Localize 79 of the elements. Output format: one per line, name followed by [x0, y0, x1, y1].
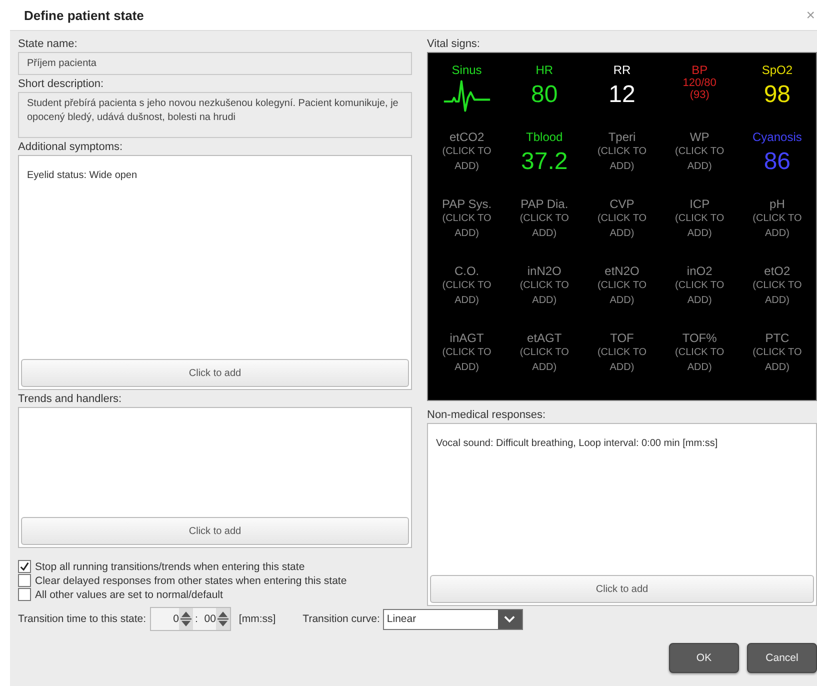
field-label: Transition time to this state:	[18, 613, 146, 625]
field-label: Transition curve:	[302, 613, 380, 625]
add-vital-link[interactable]: (CLICK TO ADD)	[664, 144, 736, 174]
checkbox[interactable]	[18, 574, 31, 587]
checkbox-label: Clear delayed responses from other states when entering this state	[35, 574, 347, 586]
vital-label[interactable]: RR	[613, 63, 631, 77]
dialog-button[interactable]: OK	[669, 643, 739, 673]
add-vital-link[interactable]: (CLICK TO ADD)	[430, 211, 503, 241]
vital-mean: (93)	[690, 89, 710, 101]
vital-label[interactable]: ICP	[690, 197, 710, 211]
vital-label[interactable]: Cyanosis	[752, 130, 802, 144]
caret-icon	[504, 615, 516, 623]
vital-label[interactable]: CVP	[610, 197, 634, 211]
dialog-button[interactable]: Cancel	[747, 643, 817, 673]
checkbox-label: Stop all running transitions/trends when entering this state	[35, 560, 305, 572]
vital-label[interactable]: Tblood	[526, 130, 563, 144]
vital-label[interactable]: inO2	[686, 264, 712, 278]
vital-label[interactable]: etAGT	[527, 331, 562, 345]
add-vital-link[interactable]: (CLICK TO ADD)	[508, 211, 580, 241]
ecg-waveform-icon	[442, 79, 491, 113]
checkbox-label: All other values are set to normal/default	[35, 588, 223, 600]
vital-label[interactable]: etCO2	[449, 130, 484, 144]
vital-label[interactable]: PTC	[765, 331, 790, 345]
section-label: Additional symptoms:	[18, 141, 124, 153]
add-vital-link[interactable]: (CLICK TO ADD)	[664, 211, 736, 241]
vital-label[interactable]: SpO2	[762, 63, 793, 77]
vital-label[interactable]: WP	[690, 130, 710, 144]
section-label: Non-medical responses:	[427, 409, 547, 421]
vital-label[interactable]: C.O.	[454, 264, 480, 278]
vital-label[interactable]: TOF%	[682, 331, 717, 345]
add-button[interactable]: Click to add	[430, 575, 814, 603]
vital-value: 80	[531, 81, 558, 109]
vital-label[interactable]: inN2O	[527, 264, 562, 278]
vital-label[interactable]: HR	[536, 63, 554, 77]
add-vital-link[interactable]: (CLICK TO ADD)	[586, 144, 658, 174]
vital-label[interactable]: BP	[692, 63, 708, 77]
window-title: Define patient state	[24, 8, 144, 22]
add-vital-link[interactable]: (CLICK TO ADD)	[741, 211, 814, 241]
vital-label[interactable]: TOF	[610, 331, 634, 345]
section-label: Trends and handlers:	[18, 393, 123, 405]
description-field[interactable]: Student přebírá pacienta s jeho novou nezkušenou kolegyní. Pacient komunikuje, je opocený bledý, udává dušnost, bolesti na hrudi	[18, 92, 412, 138]
add-vital-link[interactable]: (CLICK TO ADD)	[664, 278, 736, 308]
list-item[interactable]: Vocal sound: Difficult breathing, Loop interval: 0:00 min [mm:ss]	[436, 438, 808, 449]
add-button[interactable]: Click to add	[21, 517, 409, 545]
vital-value: 98	[764, 81, 791, 109]
add-vital-link[interactable]: (CLICK TO ADD)	[664, 345, 736, 375]
add-button[interactable]: Click to add	[21, 359, 409, 387]
list-item[interactable]: Eyelid status: Wide open	[27, 170, 403, 181]
add-vital-link[interactable]: (CLICK TO ADD)	[586, 278, 658, 308]
vital-value: 120/80	[682, 77, 716, 89]
checkbox[interactable]	[18, 560, 31, 573]
vital-label[interactable]: PAP Sys.	[442, 197, 492, 211]
vital-value: 86	[764, 148, 791, 176]
field-label: State name:	[18, 38, 78, 50]
field-label: Short description:	[18, 78, 105, 90]
add-vital-link[interactable]: (CLICK TO ADD)	[430, 144, 503, 174]
vital-value: 37.2	[521, 148, 568, 176]
vital-label[interactable]: pH	[770, 197, 785, 211]
vital-label[interactable]: Sinus	[452, 63, 482, 77]
add-vital-link[interactable]: (CLICK TO ADD)	[430, 345, 503, 375]
vital-value: 12	[608, 81, 636, 109]
curve-dropdown[interactable]: Linear	[382, 608, 523, 630]
add-vital-link[interactable]: (CLICK TO ADD)	[586, 345, 658, 375]
add-vital-link[interactable]: (CLICK TO ADD)	[508, 278, 580, 308]
vital-label[interactable]: inAGT	[450, 331, 484, 345]
time-spinner[interactable]: 0 : 00	[150, 607, 231, 631]
vital-label[interactable]: etN2O	[604, 264, 640, 278]
checkbox[interactable]	[18, 588, 31, 601]
vital-label[interactable]: etO2	[764, 264, 790, 278]
unit-label: [mm:ss]	[238, 613, 276, 625]
vital-label[interactable]: PAP Dia.	[520, 197, 568, 211]
add-vital-link[interactable]: (CLICK TO ADD)	[430, 278, 503, 308]
add-vital-link[interactable]: (CLICK TO ADD)	[741, 345, 814, 375]
vital-label[interactable]: Tperi	[608, 130, 636, 144]
section-label: Vital signs:	[427, 38, 481, 50]
add-vital-link[interactable]: (CLICK TO ADD)	[741, 278, 814, 308]
state-name-field[interactable]: Příjem pacienta	[18, 52, 412, 75]
add-vital-link[interactable]: (CLICK TO ADD)	[508, 345, 580, 375]
add-vital-link[interactable]: (CLICK TO ADD)	[586, 211, 658, 241]
